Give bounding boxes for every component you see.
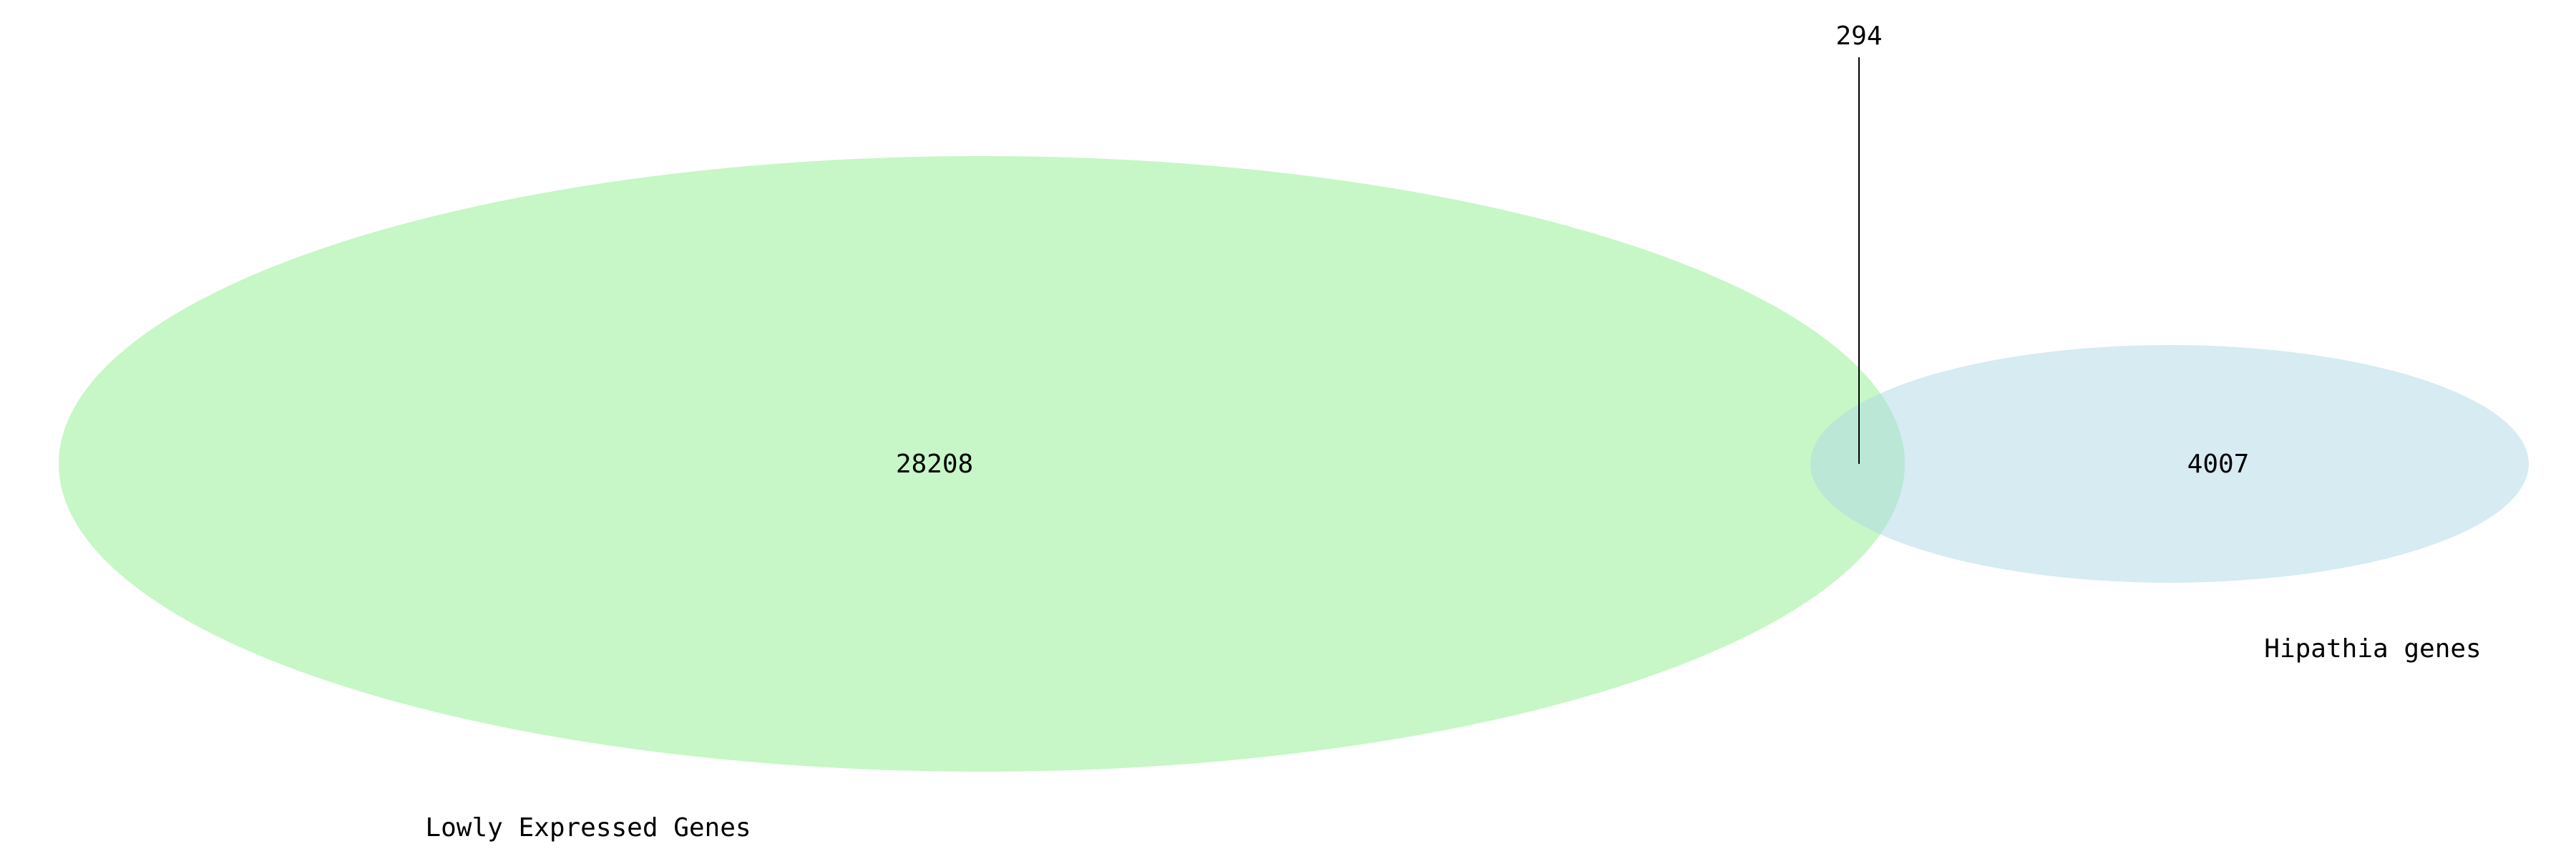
set-lowly-expressed-genes-ellipse [59, 156, 1905, 772]
set-hipathia-genes-label: Hipathia genes [2264, 634, 2481, 664]
intersection-count: 294 [1835, 21, 1882, 51]
set-hipathia-genes-ellipse [1810, 345, 2529, 583]
set-hipathia-genes-only-count: 4007 [2187, 450, 2250, 479]
venn-diagram: 294 28208 4007 Lowly Expressed Genes Hip… [59, 21, 2529, 843]
set-shapes [59, 156, 2529, 772]
set-lowly-expressed-genes-only-count: 28208 [896, 450, 973, 479]
set-lowly-expressed-genes-label: Lowly Expressed Genes [425, 813, 751, 843]
